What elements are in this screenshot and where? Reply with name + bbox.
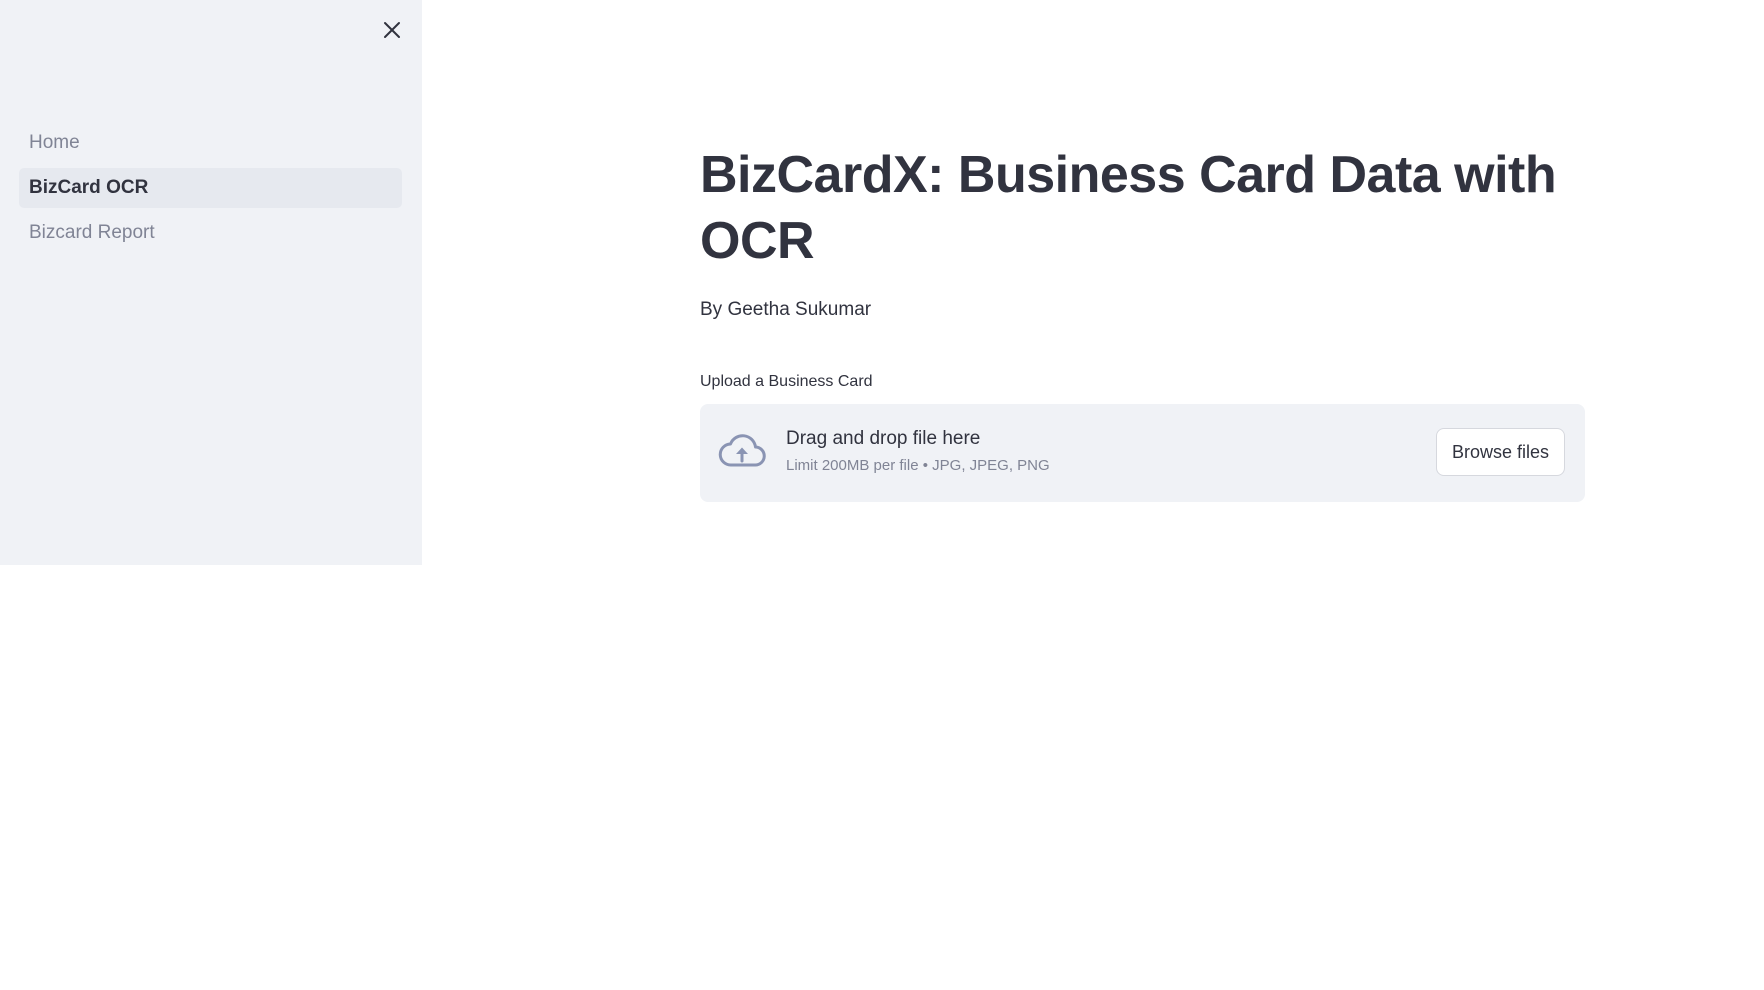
cloud-upload-icon: [718, 434, 766, 467]
file-limit-text: Limit 200MB per file • JPG, JPEG, PNG: [786, 457, 1050, 474]
sidebar-item-bizcard-report[interactable]: Bizcard Report: [19, 213, 402, 253]
sidebar-item-label: BizCard OCR: [29, 177, 149, 198]
dropzone-instructions: Drag and drop file here Limit 200MB per …: [786, 426, 1050, 474]
page-title: BizCardX: Business Card Data with OCR: [700, 146, 1557, 270]
browse-files-button[interactable]: Browse files: [1435, 428, 1565, 476]
sidebar-nav: Home BizCard OCR Bizcard Report: [19, 123, 402, 258]
file-dropzone[interactable]: Drag and drop file here Limit 200MB per …: [700, 404, 1585, 502]
close-sidebar-button[interactable]: [378, 16, 406, 44]
author-byline: By Geetha Sukumar: [700, 299, 872, 320]
drag-drop-text: Drag and drop file here: [786, 428, 981, 449]
close-icon: [384, 22, 400, 38]
sidebar-item-home[interactable]: Home: [19, 123, 402, 163]
app-root: Home BizCard OCR Bizcard Report BizCardX…: [0, 0, 1764, 990]
sidebar-item-label: Bizcard Report: [29, 222, 155, 243]
sidebar: Home BizCard OCR Bizcard Report: [0, 0, 422, 565]
sidebar-item-label: Home: [29, 132, 80, 153]
uploader-label: Upload a Business Card: [700, 373, 873, 390]
sidebar-item-bizcard-ocr[interactable]: BizCard OCR: [19, 168, 402, 208]
